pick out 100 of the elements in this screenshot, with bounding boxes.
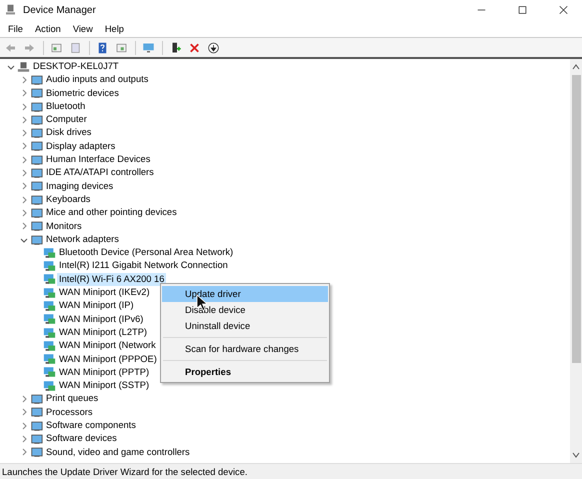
collapsed-caret-icon[interactable] [20,182,28,190]
tree-item[interactable]: Software devices [44,432,119,446]
network-adapter-icon [43,340,56,352]
tree-item[interactable]: WAN Miniport (IP) [57,299,136,313]
device-icon [30,140,43,152]
tree-item[interactable]: Mice and other pointing devices [44,206,179,220]
menu-item[interactable]: Properties [162,364,328,380]
back-arrow-icon[interactable] [4,42,17,54]
help-icon[interactable] [96,42,109,54]
device-icon [30,234,43,246]
computer-icon [4,4,17,16]
tree-item[interactable]: DESKTOP-KEL0J7T [31,60,121,74]
tree-item[interactable]: Display adapters [44,140,118,154]
monitor-icon[interactable] [142,42,155,54]
device-icon [30,154,43,166]
scrollbar-thumb[interactable] [572,75,580,363]
collapsed-caret-icon[interactable] [20,408,28,416]
device-icon [30,206,43,219]
device-icon [30,114,43,126]
tree-item[interactable]: WAN Miniport (L2TP) [57,326,149,340]
network-adapter-icon [43,273,56,286]
device-icon [30,432,43,445]
device-icon [30,87,43,100]
scrollbar[interactable] [570,59,582,463]
network-adapter-icon [43,326,56,339]
tree-item[interactable]: Intel(R) I211 Gigabit Network Connection [57,259,230,273]
tree-item[interactable]: Computer [44,113,89,126]
collapsed-caret-icon[interactable] [20,156,28,164]
tree-item[interactable]: WAN Miniport (Network [57,339,158,353]
tree-item[interactable]: WAN Miniport (SSTP) [57,379,152,392]
tree-item[interactable]: WAN Miniport (IPv6) [57,312,146,326]
tree-item[interactable]: Keyboards [44,192,92,206]
device-icon [30,446,43,458]
tree-item[interactable]: Bluetooth Device (Personal Area Network) [57,246,236,260]
menu-item[interactable]: View [66,20,99,37]
device-icon [30,220,43,232]
collapsed-caret-icon[interactable] [20,434,28,443]
tree-item[interactable]: WAN Miniport (IKEv2) [57,286,152,300]
network-adapter-icon [43,380,56,392]
network-adapter-icon [43,353,56,366]
delete-icon[interactable] [188,42,201,54]
tree-item[interactable]: Sound, video and game controllers [44,446,192,459]
tree-item[interactable]: WAN Miniport (PPTP) [57,366,152,380]
menu-item[interactable]: Help [98,20,130,37]
collapsed-caret-icon[interactable] [20,422,28,430]
tree-item[interactable]: IDE ATA/ATAPI controllers [44,166,156,180]
maximize-icon [516,4,529,16]
device-icon [30,127,43,140]
tree-item[interactable]: Monitors [44,220,84,233]
collapsed-caret-icon[interactable] [20,395,28,404]
expanded-caret-icon[interactable] [20,236,28,244]
close-icon [557,4,570,16]
tree-item[interactable]: Network adapters [44,232,121,246]
network-adapter-icon [43,246,56,259]
tree-item[interactable]: WAN Miniport (PPPOE) [57,352,159,366]
collapsed-caret-icon[interactable] [20,116,28,124]
device-icon [30,393,43,406]
collapsed-caret-icon[interactable] [20,222,28,230]
computer-icon [17,60,30,73]
tree-item[interactable]: Processors [44,406,94,420]
tree-item[interactable]: Human Interface Devices [44,153,152,166]
tree-item[interactable]: Software components [44,419,138,432]
tree-item[interactable]: Intel(R) Wi-Fi 6 AX200 16 [57,272,166,286]
network-adapter-icon [43,300,56,312]
menu-item[interactable]: File [2,20,29,37]
collapsed-caret-icon[interactable] [20,208,28,217]
collapsed-caret-icon[interactable] [20,76,28,84]
menu-item[interactable]: Action [28,20,67,37]
collapsed-caret-icon[interactable] [20,89,28,98]
device-icon [30,100,43,113]
tree-item[interactable]: Imaging devices [44,180,116,193]
collapsed-caret-icon[interactable] [20,102,28,111]
collapsed-caret-icon[interactable] [20,448,28,456]
menu-item[interactable]: Disable device [162,302,328,318]
tree-item[interactable]: Bluetooth [44,100,88,114]
collapsed-caret-icon[interactable] [20,169,28,178]
collapsed-caret-icon[interactable] [20,129,28,138]
network-adapter-icon [43,260,56,272]
network-adapter-icon [43,366,56,378]
tree-item[interactable]: Disk drives [44,126,94,140]
network-adapter-icon [43,286,56,299]
expanded-caret-icon[interactable] [6,62,14,71]
window-icon[interactable] [50,42,63,54]
collapsed-caret-icon[interactable] [20,142,28,150]
tree-item[interactable]: Biometric devices [44,86,121,100]
menu-item[interactable]: Update driver [162,286,328,302]
tree-item[interactable]: Audio inputs and outputs [44,73,150,87]
menu-item[interactable]: Scan for hardware changes [162,341,328,357]
window-icon[interactable] [115,42,128,54]
device-icon [30,167,43,180]
status-bar: Launches the Update Driver Wizard for the selected device. [0,463,582,479]
device-icon [30,406,43,418]
forward-arrow-icon[interactable] [23,42,36,54]
sheet-icon[interactable] [69,42,82,54]
device-icon [30,194,43,206]
collapsed-caret-icon[interactable] [20,196,28,204]
menu-item[interactable]: Uninstall device [162,318,328,334]
tree-item[interactable]: Print queues [44,392,100,406]
device-icon [30,74,43,86]
device-icon [30,180,43,192]
